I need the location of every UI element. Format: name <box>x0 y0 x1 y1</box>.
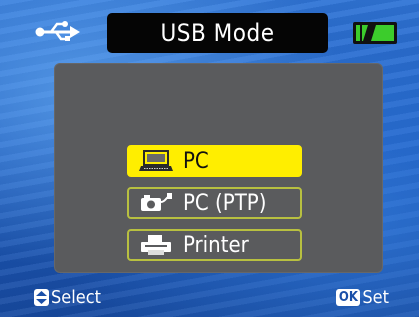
set-hint: OK Set <box>336 286 389 308</box>
menu-item-label: Printer <box>183 232 249 258</box>
usb-mode-menu: PC PC (PTP) Printer <box>54 63 383 273</box>
set-hint-label: Set <box>362 286 389 308</box>
select-hint-label: Select <box>51 286 101 308</box>
laptop-icon <box>139 150 173 171</box>
ok-button-badge: OK <box>336 288 361 306</box>
battery-icon <box>353 22 397 44</box>
camera-link-icon <box>141 193 172 211</box>
printer-icon <box>141 235 171 255</box>
menu-item-pc-ptp[interactable]: PC (PTP) <box>127 187 302 219</box>
usb-icon <box>35 21 80 41</box>
page-title: USB Mode <box>160 19 275 47</box>
select-hint: Select <box>34 286 101 308</box>
camera-screen: USB Mode PC PC (PTP) Printer Select OK S… <box>0 0 419 317</box>
menu-item-pc[interactable]: PC <box>127 145 302 177</box>
select-button-icon <box>34 288 49 306</box>
menu-item-label: PC (PTP) <box>183 190 267 216</box>
menu-item-printer[interactable]: Printer <box>127 229 302 261</box>
menu-item-label: PC <box>183 148 209 174</box>
page-title-bar: USB Mode <box>107 13 328 53</box>
